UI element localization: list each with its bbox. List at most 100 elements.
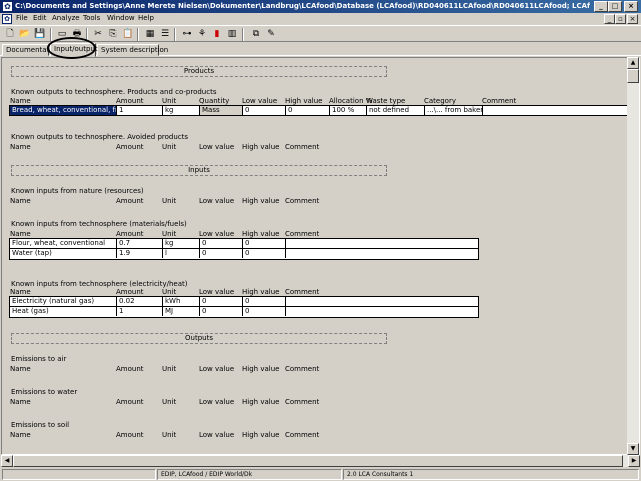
scroll-thumb[interactable] [627, 69, 639, 83]
mdi-minimize-button[interactable]: _ [604, 14, 615, 24]
horizontal-scrollbar[interactable]: ◀ ▶ [1, 455, 640, 467]
tab-documentation[interactable]: Documentation [2, 44, 60, 56]
scroll-left-icon[interactable]: ◀ [1, 455, 13, 467]
col-name: Name [10, 398, 31, 406]
print-icon[interactable]: 🖶 [70, 28, 84, 41]
save-icon[interactable]: 💾 [33, 28, 47, 41]
menu-tools[interactable]: Tools [83, 14, 100, 22]
col-high: High value [242, 197, 280, 205]
col-high: High value [242, 230, 280, 238]
cut-icon[interactable]: ✂ [91, 28, 105, 41]
energy-comment[interactable] [286, 297, 478, 306]
energy-amount[interactable]: 0.02 [117, 297, 163, 306]
close-button[interactable]: × [624, 1, 638, 12]
material-amount[interactable]: 0.7 [117, 239, 163, 248]
menu-file[interactable]: File [16, 14, 28, 22]
col-name: Name [10, 97, 31, 105]
material-low[interactable]: 0 [200, 239, 243, 248]
product-amount[interactable]: 1 [117, 106, 163, 115]
table-row[interactable]: Bread, wheat, conventional, fresh 1 kg M… [9, 105, 629, 116]
material-unit[interactable]: kg [163, 239, 200, 248]
product-waste[interactable]: not defined [367, 106, 425, 115]
tree-icon[interactable]: ⚘ [195, 28, 209, 41]
product-low[interactable]: 0 [243, 106, 286, 115]
table-row[interactable]: Heat (gas) 1 MJ 0 0 [9, 307, 479, 318]
menu-help[interactable]: Help [138, 14, 154, 22]
material-high[interactable]: 0 [243, 239, 286, 248]
col-comment: Comment [285, 230, 320, 238]
paste-icon[interactable]: 📋 [121, 28, 135, 41]
product-allocation[interactable]: 100 % [330, 106, 367, 115]
app-icon[interactable]: ✿ [2, 1, 13, 12]
title-bar: ✿ C:\Documents and Settings\Anne Merete … [0, 0, 641, 13]
menu-bar: ✿ File Edit Analyze Tools Window Help [0, 13, 641, 25]
energy-unit[interactable]: MJ [163, 307, 200, 316]
open-icon[interactable]: 📂 [18, 28, 32, 41]
col-comment: Comment [285, 398, 320, 406]
product-category[interactable]: ...\... from bakery a [425, 106, 483, 115]
scroll-right-icon[interactable]: ▶ [628, 455, 640, 467]
column-chart-icon[interactable]: ▥ [225, 28, 239, 41]
new-icon[interactable]: 🗋 [3, 28, 17, 41]
tab-input-output[interactable]: Input/output [50, 43, 98, 57]
input-output-panel: Products Known outputs to technosphere. … [1, 57, 640, 455]
menu-edit[interactable]: Edit [33, 14, 47, 22]
network-icon[interactable]: ⊶ [180, 28, 194, 41]
bar-chart-icon[interactable]: ▮ [210, 28, 224, 41]
maximize-button[interactable]: □ [608, 1, 622, 12]
col-comment: Comment [482, 97, 517, 105]
col-unit: Unit [162, 398, 177, 406]
minimize-button[interactable]: _ [594, 1, 608, 12]
energy-high[interactable]: 0 [243, 297, 286, 306]
col-amount: Amount [116, 365, 144, 373]
energy-low[interactable]: 0 [200, 297, 243, 306]
energy-comment[interactable] [286, 307, 478, 316]
toolbar-separator [86, 28, 88, 41]
section-products: Products [11, 66, 387, 77]
product-unit[interactable]: kg [163, 106, 200, 115]
col-unit: Unit [162, 97, 177, 105]
document-icon[interactable]: ✿ [2, 14, 12, 24]
scroll-up-icon[interactable]: ▲ [627, 57, 639, 69]
material-low[interactable]: 0 [200, 249, 243, 258]
list-icon[interactable]: ☰ [158, 28, 172, 41]
tab-system-description[interactable]: System description [97, 44, 168, 56]
energy-high[interactable]: 0 [243, 307, 286, 316]
col-comment: Comment [285, 143, 320, 151]
vertical-scrollbar[interactable]: ▲ ▼ [627, 57, 639, 455]
material-unit[interactable]: l [163, 249, 200, 258]
product-comment[interactable] [483, 106, 628, 115]
group-label: Known inputs from technosphere (electric… [11, 280, 188, 288]
menu-window[interactable]: Window [107, 14, 135, 22]
energy-name[interactable]: Electricity (natural gas) [10, 297, 117, 306]
material-amount[interactable]: 1.9 [117, 249, 163, 258]
energy-low[interactable]: 0 [200, 307, 243, 316]
col-low: Low value [242, 97, 278, 105]
material-comment[interactable] [286, 249, 478, 258]
col-name: Name [10, 431, 31, 439]
copy-icon[interactable]: ⎘ [106, 28, 120, 41]
material-name[interactable]: Water (tap) [10, 249, 117, 258]
mdi-restore-button[interactable]: ▫ [615, 14, 626, 24]
mdi-close-button[interactable]: × [627, 14, 638, 24]
product-name[interactable]: Bread, wheat, conventional, fresh [10, 106, 117, 115]
scroll-thumb[interactable] [13, 455, 623, 467]
energy-amount[interactable]: 1 [117, 307, 163, 316]
material-name[interactable]: Flour, wheat, conventional [10, 239, 117, 248]
wizard-icon[interactable]: ✎ [264, 28, 278, 41]
product-high[interactable]: 0 [286, 106, 330, 115]
material-high[interactable]: 0 [243, 249, 286, 258]
energy-name[interactable]: Heat (gas) [10, 307, 117, 316]
table-row[interactable]: Water (tap) 1.9 l 0 0 [9, 249, 479, 260]
material-comment[interactable] [286, 239, 478, 248]
scroll-down-icon[interactable]: ▼ [627, 443, 639, 455]
table-icon[interactable]: ▦ [143, 28, 157, 41]
col-unit: Unit [162, 143, 177, 151]
col-name: Name [10, 230, 31, 238]
table-row[interactable]: Electricity (natural gas) 0.02 kWh 0 0 [9, 296, 479, 307]
table-row[interactable]: Flour, wheat, conventional 0.7 kg 0 0 [9, 238, 479, 249]
compare-icon[interactable]: ⧉ [249, 28, 263, 41]
energy-unit[interactable]: kWh [163, 297, 200, 306]
menu-analyze[interactable]: Analyze [52, 14, 80, 22]
print-preview-icon[interactable]: ▭ [55, 28, 69, 41]
